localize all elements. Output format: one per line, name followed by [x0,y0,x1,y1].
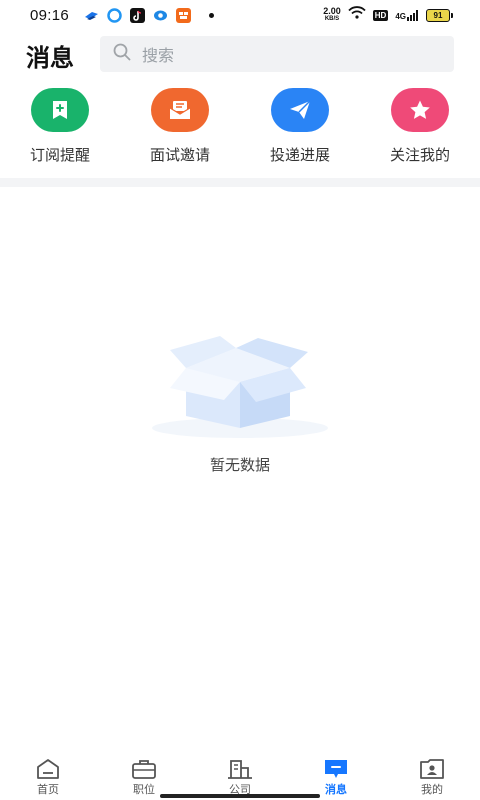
nav-label: 首页 [37,784,59,796]
status-bar: 09:16 2.00 KB/S HD 4G 91 [0,0,480,32]
battery-level: 91 [433,10,443,20]
empty-box-icon [140,336,340,444]
quick-action-label: 投递进展 [269,147,330,164]
bookmark-plus-icon [31,88,89,132]
app-notification-icon [107,8,122,23]
empty-state-text: 暂无数据 [209,457,270,474]
quick-action-interview-invitation[interactable]: 面试邀请 [120,88,240,165]
home-indicator[interactable] [160,794,320,798]
header: 消息 搜索 [0,32,480,76]
envelope-open-icon [151,88,209,132]
nav-jobs[interactable]: 职位 [96,752,192,797]
bottom-nav: 首页 职位 公司 消息 我的 [0,752,480,800]
message-icon [288,758,384,780]
network-speed-value: 2.00 [323,6,341,16]
wifi-icon [348,6,366,24]
nav-profile[interactable]: 我的 [384,752,480,797]
battery-icon: 91 [426,8,453,22]
search-icon [100,42,132,67]
status-time: 09:16 [30,7,70,24]
more-notifications-dot [209,13,214,18]
quick-actions: 订阅提醒 面试邀请 投递进展 关注我的 [0,88,480,174]
system-indicators: 2.00 KB/S HD 4G 91 [323,6,453,24]
nav-home[interactable]: 首页 [0,752,96,797]
search-bar[interactable]: 搜索 [100,36,454,72]
nav-messages[interactable]: 消息 [288,752,384,797]
quick-action-application-progress[interactable]: 投递进展 [240,88,360,165]
quick-action-label: 面试邀请 [149,147,210,164]
quick-action-label: 关注我的 [389,147,450,164]
quick-action-label: 订阅提醒 [29,147,90,164]
notification-icons [84,8,214,23]
cell-signal-icon: 4G [395,9,419,21]
quick-action-subscription-reminder[interactable]: 订阅提醒 [0,88,120,165]
page-title: 消息 [26,45,74,72]
section-divider [0,178,480,187]
empty-state: 暂无数据 [0,330,480,474]
building-icon [192,758,288,780]
network-speed: 2.00 KB/S [323,7,341,23]
home-icon [0,758,96,780]
hd-badge: HD [372,9,389,21]
paper-plane-icon [271,88,329,132]
network-type: 4G [395,11,406,21]
search-placeholder: 搜索 [142,48,175,65]
tiktok-icon [130,8,145,23]
briefcase-icon [96,758,192,780]
star-icon [391,88,449,132]
nav-company[interactable]: 公司 [192,752,288,797]
app-notification-icon [176,8,191,23]
app-notification-icon [84,8,99,23]
profile-card-icon [384,758,480,780]
quick-action-followers[interactable]: 关注我的 [360,88,480,165]
app-notification-icon [153,8,168,23]
network-speed-unit: KB/S [324,16,340,22]
nav-label: 我的 [421,784,443,796]
